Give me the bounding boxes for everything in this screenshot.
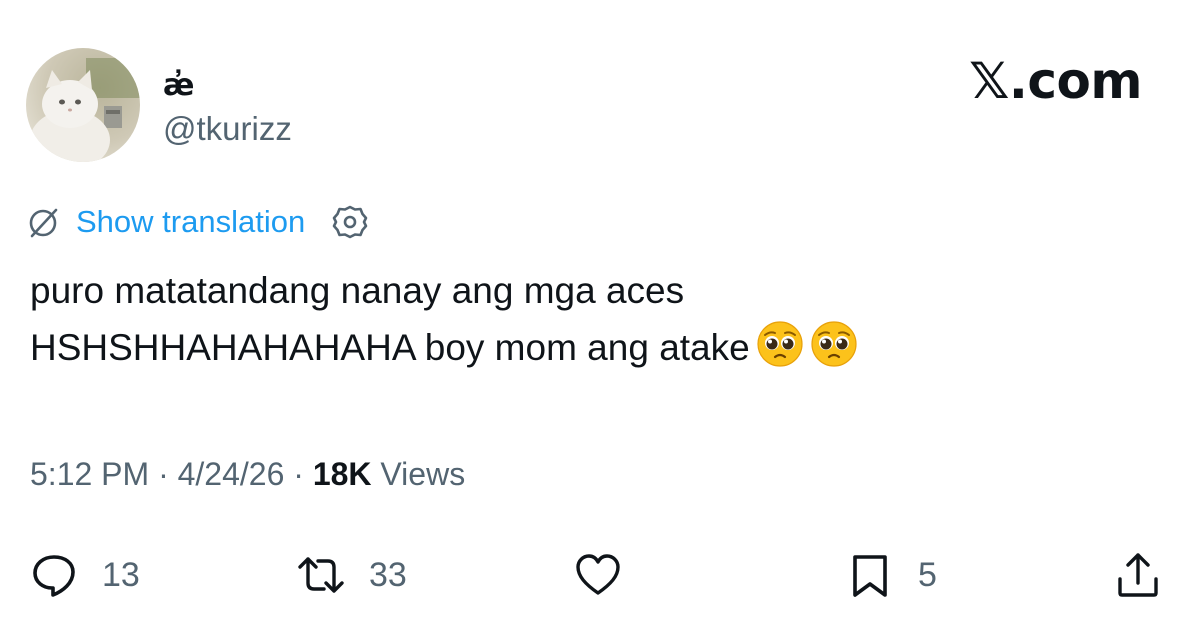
bookmark-count: 5 — [918, 555, 937, 594]
meta-separator: · — [284, 456, 313, 492]
bookmark-button[interactable]: 5 — [846, 540, 937, 610]
reply-button[interactable]: 13 — [30, 540, 140, 610]
avatar[interactable] — [26, 48, 140, 162]
gear-icon[interactable] — [331, 203, 369, 241]
action-bar: 13 33 5 — [0, 540, 1200, 610]
display-name[interactable]: æ̓ — [163, 68, 194, 103]
translate-globe-icon — [29, 208, 58, 238]
tweet-card: æ̓ @tkurizz 𝕏.com Show translation puro … — [0, 0, 1200, 632]
tweet-meta: 5:12 PM · 4/24/26 · 18K Views — [30, 456, 465, 493]
reply-icon — [33, 555, 75, 597]
share-button[interactable] — [1114, 540, 1162, 610]
avatar-cat-photo — [26, 48, 140, 162]
reply-count: 13 — [102, 555, 140, 594]
show-translation-link[interactable]: Show translation — [76, 204, 305, 240]
share-icon — [1118, 553, 1158, 597]
repost-button[interactable]: 33 — [297, 540, 407, 610]
user-handle[interactable]: @tkurizz — [163, 110, 292, 148]
tweet-text: puro matatandang nanay ang mga aces HSHS… — [30, 262, 1150, 376]
pleading-face-emoji — [756, 320, 804, 368]
heart-icon — [576, 554, 620, 595]
brand-watermark: 𝕏.com — [969, 52, 1142, 110]
repost-icon — [298, 557, 344, 593]
tweet-date[interactable]: 4/24/26 — [178, 456, 285, 493]
translation-row: Show translation — [26, 202, 369, 242]
like-button[interactable] — [574, 540, 622, 610]
pleading-face-emoji — [810, 320, 858, 368]
tweet-body: puro matatandang nanay ang mga aces HSHS… — [30, 270, 750, 368]
meta-separator: · — [149, 456, 178, 492]
views-label: Views — [371, 456, 466, 492]
tweet-time[interactable]: 5:12 PM — [30, 456, 149, 493]
views-count[interactable]: 18K — [313, 456, 372, 493]
repost-count: 33 — [369, 555, 407, 594]
bookmark-icon — [853, 555, 887, 597]
